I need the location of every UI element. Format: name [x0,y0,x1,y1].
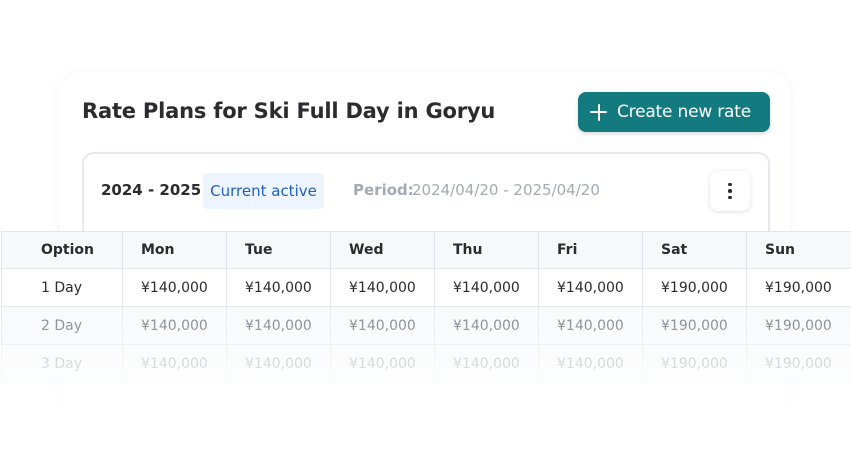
rate-cell: ¥140,000 [538,344,643,383]
rate-cell: ¥140,000 [538,268,643,307]
rate-cell: ¥190,000 [746,344,851,383]
option-cell: 2 Day [1,306,123,345]
rate-cell: ¥140,000 [226,344,331,383]
option-cell: 1 Day [1,268,123,307]
create-new-rate-label: Create new rate [617,102,751,122]
column-header-fri: Fri [538,231,643,269]
table-header-row: Option Mon Tue Wed Thu Fri Sat Sun [1,231,851,269]
plus-icon [590,103,607,121]
rate-cell: ¥140,000 [434,268,539,307]
period-value: 2024/04/20 - 2025/04/20 [412,181,600,199]
rate-cell: ¥140,000 [226,306,331,345]
rate-cell: ¥190,000 [642,306,747,345]
rate-cell: ¥190,000 [642,268,747,307]
status-badge: Current active [203,173,324,209]
column-header-option: Option [1,231,123,269]
column-header-tue: Tue [226,231,331,269]
column-header-sun: Sun [746,231,851,269]
rate-cell: ¥140,000 [434,306,539,345]
rate-cell: ¥140,000 [226,268,331,307]
rate-cell: ¥190,000 [746,268,851,307]
rate-cell: ¥140,000 [122,344,227,383]
period-label: Period: [353,181,414,199]
more-vertical-icon [728,181,732,201]
table-row[interactable]: 2 Day ¥140,000 ¥140,000 ¥140,000 ¥140,00… [1,306,851,345]
rate-cell: ¥140,000 [538,306,643,345]
rate-cell: ¥140,000 [330,268,435,307]
column-header-sat: Sat [642,231,747,269]
rate-cell: ¥140,000 [122,268,227,307]
table-row[interactable]: 3 Day ¥140,000 ¥140,000 ¥140,000 ¥140,00… [1,344,851,383]
option-cell: 3 Day [1,344,123,383]
page-title: Rate Plans for Ski Full Day in Goryu [82,99,496,123]
season-year-range: 2024 - 2025 [101,181,202,199]
column-header-mon: Mon [122,231,227,269]
rate-cell: ¥190,000 [642,344,747,383]
season-menu-button[interactable] [710,171,750,211]
rate-cell: ¥140,000 [330,306,435,345]
table-row[interactable]: 1 Day ¥140,000 ¥140,000 ¥140,000 ¥140,00… [1,268,851,307]
rate-cell: ¥140,000 [434,344,539,383]
rate-cell: ¥140,000 [330,344,435,383]
column-header-thu: Thu [434,231,539,269]
rates-table: Option Mon Tue Wed Thu Fri Sat Sun 1 Day… [1,231,851,383]
create-new-rate-button[interactable]: Create new rate [578,92,770,132]
column-header-wed: Wed [330,231,435,269]
rate-cell: ¥140,000 [122,306,227,345]
rate-cell: ¥190,000 [746,306,851,345]
